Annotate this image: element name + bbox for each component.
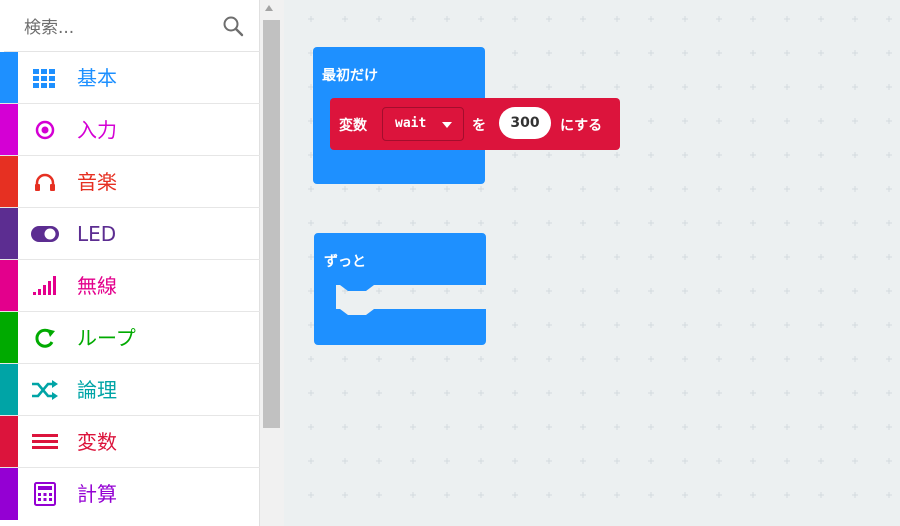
category-basic[interactable]: 基本 (0, 52, 260, 104)
value-input[interactable]: 300 (499, 107, 551, 139)
forever-label: ずっと (324, 254, 366, 270)
grid-icon (33, 69, 55, 88)
set-variable-block[interactable]: 変数 wait を 300 にする (330, 98, 620, 150)
variable-name: wait (395, 116, 427, 131)
headphones-icon (35, 173, 55, 191)
set-block-suffix-label: にする (560, 118, 603, 134)
category-color-bar (0, 208, 18, 259)
dropdown-arrow-icon (442, 122, 452, 128)
category-color-bar (0, 260, 18, 311)
category-input[interactable]: 入力 (0, 104, 260, 156)
search-input[interactable]: 検索... (24, 13, 74, 38)
category-color-bar (0, 364, 18, 415)
set-block-to-label: を (472, 118, 486, 134)
category-label: 論理 (77, 378, 117, 402)
on-start-label: 最初だけ (322, 68, 378, 84)
category-label: 音楽 (77, 170, 117, 194)
search-box[interactable]: 検索... (4, 0, 260, 52)
category-radio[interactable]: 無線 (0, 260, 260, 312)
category-math[interactable]: 計算 (0, 468, 260, 520)
category-label: 計算 (77, 482, 117, 506)
category-label: 変数 (77, 430, 117, 454)
toolbox-scrollbar[interactable] (260, 0, 284, 526)
category-logic[interactable]: 論理 (0, 364, 260, 416)
loop-icon (35, 328, 55, 348)
search-icon[interactable] (222, 15, 244, 37)
category-color-bar (0, 312, 18, 363)
toolbox: 検索... 基本 入力 音楽 LED 無線 ループ 論理 変数 計算 (0, 0, 260, 526)
category-label: LED (77, 222, 117, 246)
lines-icon (32, 434, 58, 449)
category-variables[interactable]: 変数 (0, 416, 260, 468)
category-color-bar (0, 52, 18, 103)
scroll-thumb[interactable] (263, 20, 280, 428)
category-color-bar (0, 156, 18, 207)
category-music[interactable]: 音楽 (0, 156, 260, 208)
variable-dropdown[interactable]: wait (382, 107, 464, 141)
category-color-bar (0, 416, 18, 467)
value-text: 300 (510, 115, 540, 131)
signal-icon (33, 276, 56, 295)
category-label: ループ (77, 326, 136, 350)
category-loops[interactable]: ループ (0, 312, 260, 364)
category-color-bar (0, 104, 18, 155)
blocks-workspace[interactable]: 最初だけ 変数 wait を 300 にする ずっと (284, 0, 900, 526)
set-block-label: 変数 (339, 118, 367, 134)
category-label: 無線 (77, 274, 117, 298)
calculator-icon (34, 482, 56, 506)
scroll-up-arrow[interactable] (265, 5, 273, 11)
toggle-icon (31, 226, 59, 242)
target-icon (35, 120, 55, 140)
category-color-bar (0, 468, 18, 520)
category-label: 入力 (77, 118, 117, 142)
category-led[interactable]: LED (0, 208, 260, 260)
category-label: 基本 (77, 66, 117, 90)
shuffle-icon (32, 380, 58, 400)
